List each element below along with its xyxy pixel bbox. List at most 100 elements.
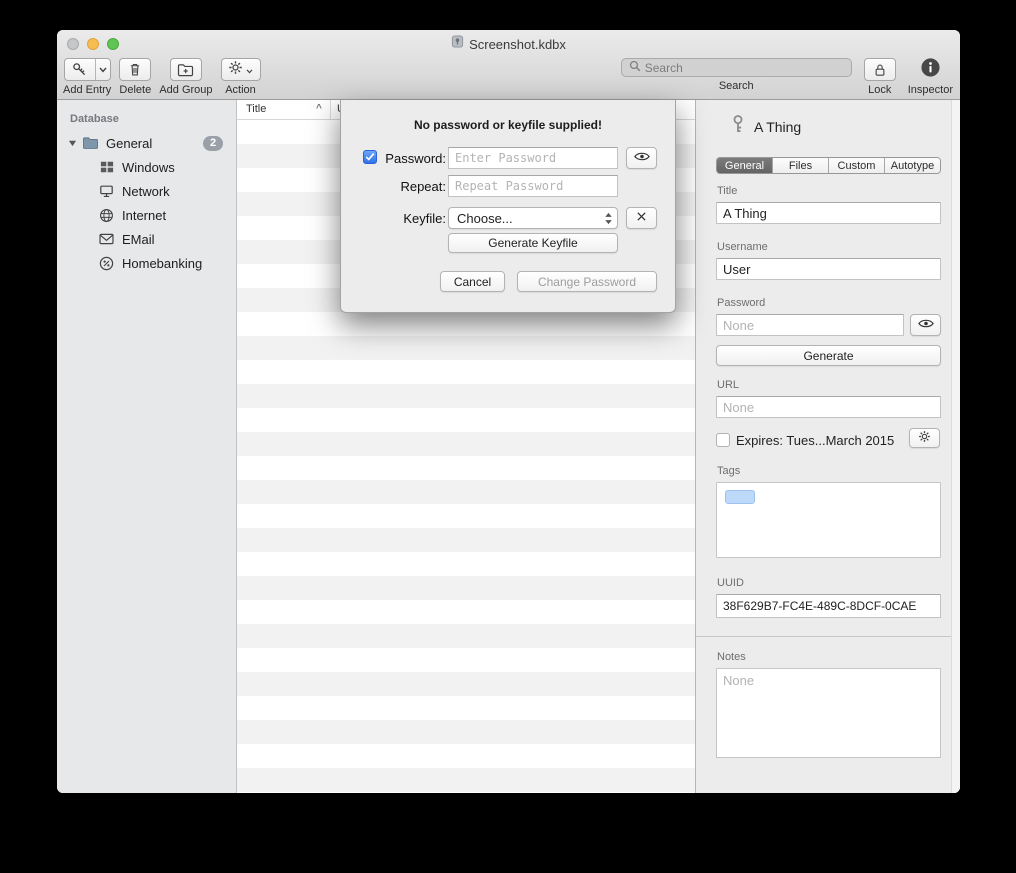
delete-button[interactable] — [119, 58, 151, 81]
lock-item: Lock — [864, 58, 896, 96]
cancel-button[interactable]: Cancel — [440, 271, 505, 292]
inspector-scrollbar[interactable] — [951, 100, 960, 793]
keyfile-label: Keyfile: — [375, 211, 446, 226]
toolbar-left-group: Add Entry Delete Add Group — [63, 58, 261, 96]
notes-field[interactable] — [716, 668, 941, 758]
sidebar-header: Database — [70, 113, 236, 125]
tag-chip[interactable] — [725, 490, 755, 504]
sidebar-item-label: General — [106, 136, 152, 151]
url-label: URL — [717, 379, 739, 391]
expires-checkbox[interactable] — [716, 433, 730, 447]
section-divider — [696, 636, 951, 637]
sheet-message: No password or keyfile supplied! — [341, 118, 675, 132]
lock-icon — [865, 59, 895, 80]
entry-header: A Thing — [730, 114, 801, 139]
delete-item: Delete — [119, 58, 151, 96]
lock-label: Lock — [868, 84, 891, 96]
network-icon — [97, 184, 116, 198]
inspector-panel: A Thing General Files Custom Autotype Ti… — [695, 100, 960, 793]
tags-field[interactable] — [716, 482, 941, 558]
gear-icon — [228, 60, 243, 80]
repeat-label: Repeat: — [375, 179, 446, 194]
add-entry-item: Add Entry — [63, 58, 111, 96]
globe-icon — [97, 208, 116, 223]
clear-keyfile-button[interactable] — [626, 207, 657, 229]
document-icon — [451, 35, 464, 53]
sidebar-item-label: Homebanking — [122, 256, 202, 271]
sidebar-item-homebanking[interactable]: Homebanking — [57, 251, 236, 275]
title-field[interactable] — [716, 202, 941, 224]
folder-plus-icon — [171, 59, 201, 80]
trash-icon — [120, 59, 150, 80]
url-field[interactable] — [716, 396, 941, 418]
sidebar-item-network[interactable]: Network — [57, 179, 236, 203]
generate-keyfile-button[interactable]: Generate Keyfile — [448, 233, 618, 253]
add-entry-dropdown-arrow[interactable] — [95, 59, 110, 80]
change-password-button[interactable]: Change Password — [517, 271, 657, 292]
search-input[interactable] — [645, 61, 844, 75]
column-header-title[interactable]: Title — [246, 103, 266, 115]
sidebar-item-general[interactable]: General 2 — [57, 131, 236, 155]
toolbar-right-group: Search Lock Inspector — [621, 58, 953, 96]
add-entry-button[interactable] — [64, 58, 111, 81]
search-field[interactable] — [621, 58, 852, 77]
windows-icon — [97, 160, 116, 174]
sidebar-item-windows[interactable]: Windows — [57, 155, 236, 179]
uuid-field[interactable] — [716, 594, 941, 618]
entry-count-badge: 2 — [203, 136, 223, 151]
window-chrome: Screenshot.kdbx Add Entry Delete — [57, 30, 960, 100]
generate-button[interactable]: Generate — [716, 345, 941, 366]
username-label: Username — [717, 241, 768, 253]
add-group-label: Add Group — [159, 84, 212, 96]
chevron-down-icon — [246, 61, 253, 79]
column-divider[interactable] — [330, 100, 331, 119]
search-label: Search — [719, 80, 754, 92]
expires-label: Expires: Tues...March 2015 — [736, 433, 894, 448]
username-field[interactable] — [716, 258, 941, 280]
sidebar-item-label: Network — [122, 184, 170, 199]
tab-files[interactable]: Files — [773, 158, 829, 173]
tab-custom[interactable]: Custom — [829, 158, 885, 173]
search-item: Search — [621, 58, 852, 92]
sort-ascending-icon: ^ — [316, 103, 322, 114]
expires-gear-button[interactable] — [909, 428, 940, 448]
homebanking-icon — [97, 256, 116, 271]
password-sheet: No password or keyfile supplied! Passwor… — [340, 100, 676, 313]
add-group-button[interactable] — [170, 58, 202, 81]
eye-icon — [918, 318, 934, 332]
action-button[interactable] — [221, 58, 261, 81]
add-group-item: Add Group — [159, 58, 212, 96]
sidebar: Database General 2 Windows Network Inter… — [57, 100, 237, 793]
action-label: Action — [225, 84, 256, 96]
sidebar-item-email[interactable]: EMail — [57, 227, 236, 251]
envelope-icon — [97, 233, 116, 245]
tab-general[interactable]: General — [717, 158, 773, 173]
password-field[interactable] — [716, 314, 904, 336]
info-icon — [920, 57, 941, 83]
delete-label: Delete — [119, 84, 151, 96]
keyfile-popup-value: Choose... — [457, 211, 513, 226]
sidebar-item-label: Windows — [122, 160, 175, 175]
add-entry-label: Add Entry — [63, 84, 111, 96]
keyfile-popup[interactable]: Choose... — [448, 207, 618, 229]
lock-button[interactable] — [864, 58, 896, 81]
title-label: Title — [717, 185, 737, 197]
enter-password-field[interactable] — [448, 147, 618, 169]
inspector-label: Inspector — [908, 84, 953, 96]
reveal-password-button[interactable] — [626, 147, 657, 169]
uuid-label: UUID — [717, 577, 744, 589]
window-title: Screenshot.kdbx — [469, 37, 566, 52]
repeat-password-field[interactable] — [448, 175, 618, 197]
titlebar: Screenshot.kdbx — [57, 36, 960, 52]
search-icon — [629, 59, 641, 77]
key-icon — [730, 114, 746, 139]
disclosure-triangle-icon[interactable] — [65, 139, 79, 147]
key-icon — [65, 59, 95, 80]
sidebar-item-internet[interactable]: Internet — [57, 203, 236, 227]
reveal-password-button[interactable] — [910, 314, 941, 336]
sidebar-item-label: Internet — [122, 208, 166, 223]
inspector-item: Inspector — [908, 58, 953, 96]
eye-icon — [634, 151, 650, 165]
inspector-button[interactable] — [918, 58, 942, 81]
tab-autotype[interactable]: Autotype — [885, 158, 940, 173]
